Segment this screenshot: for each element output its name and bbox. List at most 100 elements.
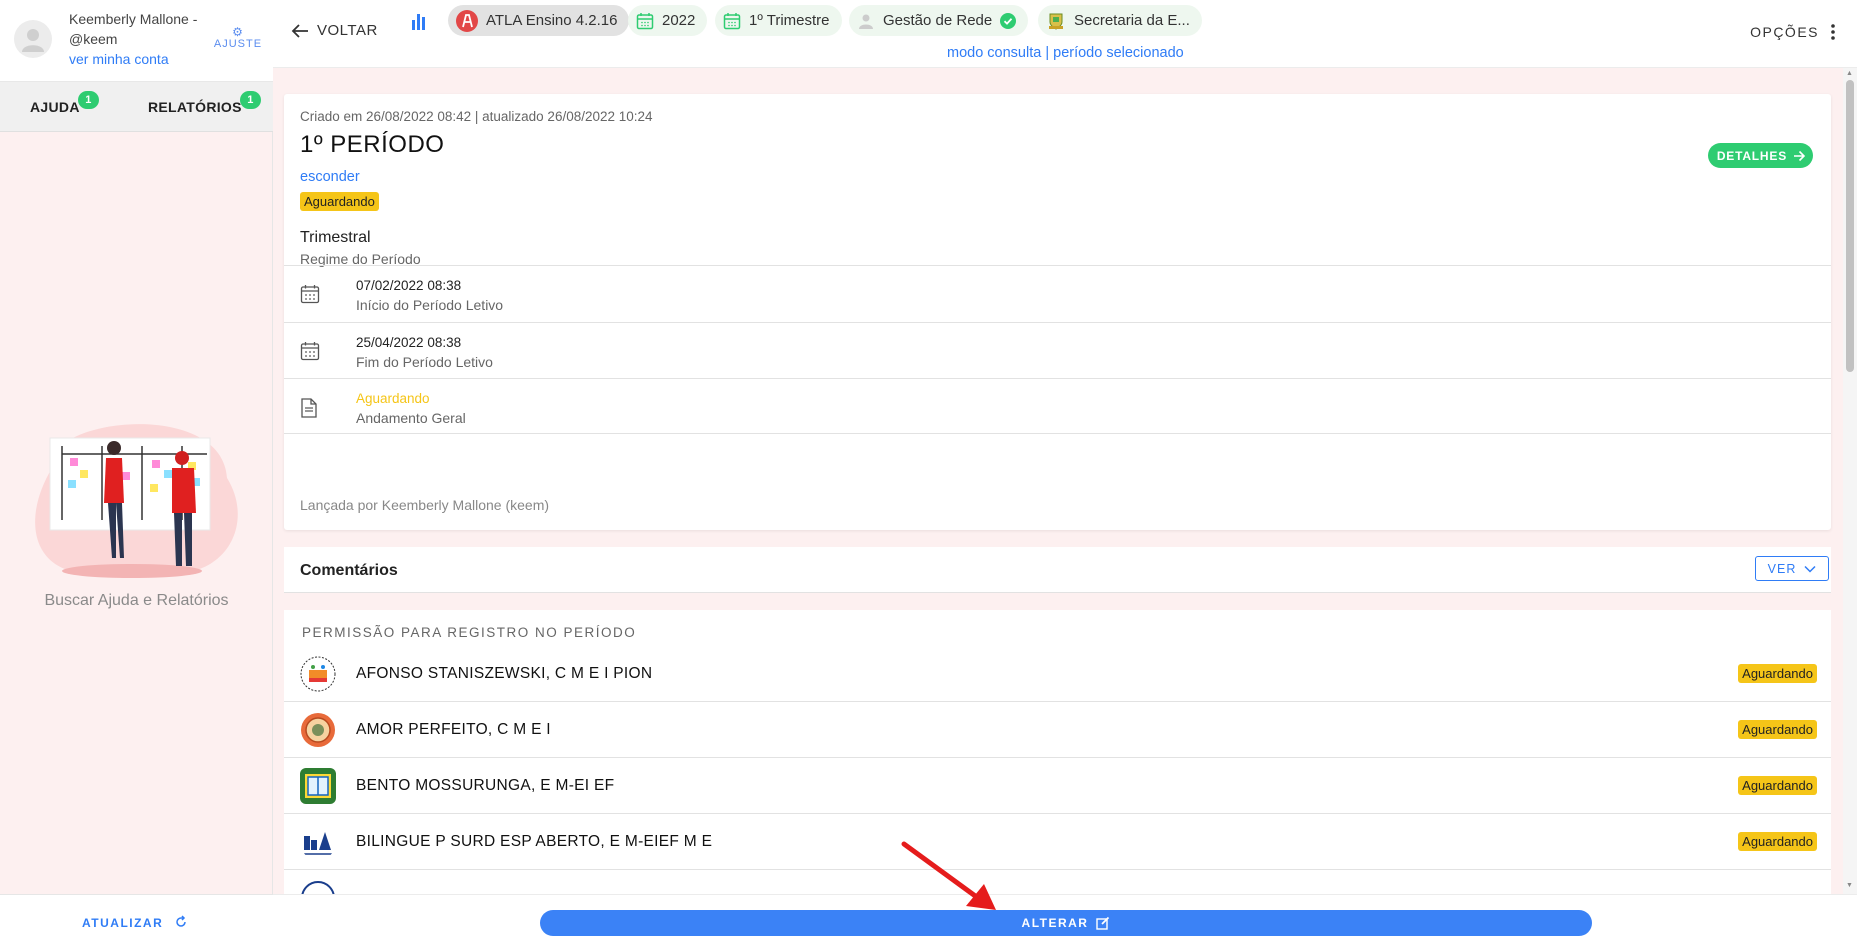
back-label: VOLTAR <box>317 22 378 39</box>
school-name: AFONSO STANISZEWSKI, C M E I PION <box>356 665 653 682</box>
crest-icon <box>1049 13 1063 30</box>
top-bar: VOLTAR ATLA Ensino 4.2.16 2022 1º Trimes… <box>273 0 1857 68</box>
view-comments-button[interactable]: VER <box>1755 556 1829 581</box>
created-info: Criado em 26/08/2022 08:42 | atualizado … <box>300 109 653 124</box>
school-logo <box>300 824 336 860</box>
role-chip-label: Gestão de Rede <box>883 12 993 29</box>
permissions-heading: PERMISSÃO PARA REGISTRO NO PERÍODO <box>302 625 637 640</box>
tab-relatorios-count: 1 <box>240 91 261 109</box>
details-label: DETALHES <box>1716 148 1787 163</box>
tab-ajuda-count: 1 <box>78 91 99 109</box>
user-avatar-icon <box>22 29 44 52</box>
atla-logo-icon <box>456 9 478 32</box>
edit-button[interactable]: ALTERAR <box>540 910 1592 936</box>
user-box: Keemberly Mallone - @keem ver minha cont… <box>0 0 273 82</box>
options-label: OPÇÕES <box>1750 24 1819 40</box>
help-illustration <box>35 424 238 578</box>
school-name: AMOR PERFEITO, C M E I <box>356 721 551 738</box>
sidebar: Keemberly Mallone - @keem ver minha cont… <box>0 0 273 949</box>
main-scrollbar[interactable]: ▲ ▼ <box>1843 68 1857 894</box>
tab-relatorios[interactable]: RELATÓRIOS 1 <box>148 91 261 115</box>
progress-label: Andamento Geral <box>356 410 466 426</box>
view-account-link[interactable]: ver minha conta <box>69 51 169 67</box>
calendar-icon <box>300 285 320 304</box>
user-name: Keemberly Mallone - @keem <box>69 11 198 47</box>
help-text: Buscar Ajuda e Relatórios <box>44 592 229 609</box>
arrow-left-icon <box>291 23 308 38</box>
document-icon <box>301 398 317 418</box>
tab-relatorios-label: RELATÓRIOS <box>148 99 242 115</box>
main-content: Criado em 26/08/2022 08:42 | atualizado … <box>273 68 1843 894</box>
settings-label: AJUSTE <box>213 38 263 50</box>
avatar[interactable] <box>14 20 52 58</box>
comments-section: Comentários VER <box>284 547 1831 593</box>
edit-label: ALTERAR <box>1021 916 1089 930</box>
department-chip-label: Secretaria da E... <box>1074 12 1190 29</box>
launched-by: Lançada por Keemberly Mallone (keem) <box>300 497 550 513</box>
scroll-down-icon[interactable]: ▼ <box>1846 882 1853 889</box>
bottom-bar: ALTERAR <box>273 894 1857 949</box>
year-chip[interactable]: 2022 <box>628 5 708 36</box>
refresh-button[interactable]: ATUALIZAR <box>82 915 188 930</box>
sidebar-tabs: AJUDA 1 RELATÓRIOS 1 <box>0 82 273 132</box>
mode-indicator[interactable]: modo consulta | período selecionado <box>947 45 1184 61</box>
start-date-row: 07/02/2022 08:38 Início do Período Letiv… <box>284 265 1831 322</box>
period-title: 1º PERÍODO <box>300 131 445 158</box>
school-logo <box>300 656 336 692</box>
school-row[interactable]: AMOR PERFEITO, C M E I Aguardando <box>284 702 1831 758</box>
end-date-row: 25/04/2022 08:38 Fim do Período Letivo <box>284 322 1831 378</box>
progress-value: Aguardando <box>356 391 430 406</box>
school-status-badge: Aguardando <box>1738 832 1817 851</box>
gear-icon: ⚙ <box>232 25 244 39</box>
tab-ajuda-label: AJUDA <box>30 99 80 115</box>
refresh-icon <box>176 915 186 927</box>
permissions-section: PERMISSÃO PARA REGISTRO NO PERÍODO AFONS… <box>284 610 1831 894</box>
role-chip[interactable]: Gestão de Rede <box>849 5 1029 36</box>
school-seal-icon <box>301 713 335 747</box>
school-row[interactable] <box>284 870 1831 894</box>
details-button[interactable]: DETALHES <box>1707 143 1813 168</box>
system-chip-label: ATLA Ensino 4.2.16 <box>486 12 618 29</box>
user-icon <box>859 14 873 29</box>
school-row[interactable]: BILINGUE P SURD ESP ABERTO, E M-EIEF M E… <box>284 814 1831 870</box>
settings-button[interactable]: ⚙ AJUSTE <box>212 26 264 50</box>
hide-link[interactable]: esconder <box>300 169 360 185</box>
regime-value: Trimestral <box>300 229 371 246</box>
options-menu-button[interactable]: OPÇÕES <box>1750 24 1835 40</box>
refresh-label: ATUALIZAR <box>82 916 164 930</box>
school-status-badge: Aguardando <box>1738 664 1817 683</box>
calendar-icon <box>300 342 320 361</box>
school-logo <box>300 880 336 894</box>
school-row[interactable]: BENTO MOSSURUNGA, E M-EI EF Aguardando <box>284 758 1831 814</box>
start-date-label: Início do Período Letivo <box>356 297 504 313</box>
progress-row: Aguardando Andamento Geral <box>284 378 1831 434</box>
tab-ajuda[interactable]: AJUDA 1 <box>30 91 99 115</box>
back-button[interactable]: VOLTAR <box>291 22 378 39</box>
sidebar-footer: ATUALIZAR <box>0 894 273 949</box>
scrollbar-thumb[interactable] <box>1846 80 1854 372</box>
term-chip[interactable]: 1º Trimestre <box>715 5 842 36</box>
calendar-icon <box>636 12 654 29</box>
school-row[interactable]: AFONSO STANISZEWSKI, C M E I PION Aguard… <box>284 646 1831 702</box>
school-logo <box>300 712 336 748</box>
check-circle-icon <box>1000 12 1017 29</box>
school-building-icon <box>300 824 336 860</box>
more-vertical-icon <box>1831 24 1835 40</box>
calendar-icon <box>723 12 741 29</box>
edit-icon <box>1096 916 1110 930</box>
status-badge: Aguardando <box>300 192 379 211</box>
school-name: BENTO MOSSURUNGA, E M-EI EF <box>356 777 615 794</box>
school-book-icon <box>300 768 336 804</box>
system-chip[interactable]: ATLA Ensino 4.2.16 <box>448 5 630 36</box>
start-date-value: 07/02/2022 08:38 <box>356 278 462 293</box>
school-emblem-icon <box>301 881 335 894</box>
end-date-label: Fim do Período Letivo <box>356 354 493 370</box>
year-chip-label: 2022 <box>662 12 696 29</box>
term-chip-label: 1º Trimestre <box>749 12 830 29</box>
arrow-right-icon <box>1794 150 1805 161</box>
department-chip[interactable]: Secretaria da E... <box>1038 5 1202 36</box>
comments-title: Comentários <box>300 562 398 579</box>
bar-chart-icon[interactable] <box>411 12 427 30</box>
scroll-up-icon[interactable]: ▲ <box>1846 70 1853 77</box>
chevron-down-icon <box>1804 565 1816 573</box>
